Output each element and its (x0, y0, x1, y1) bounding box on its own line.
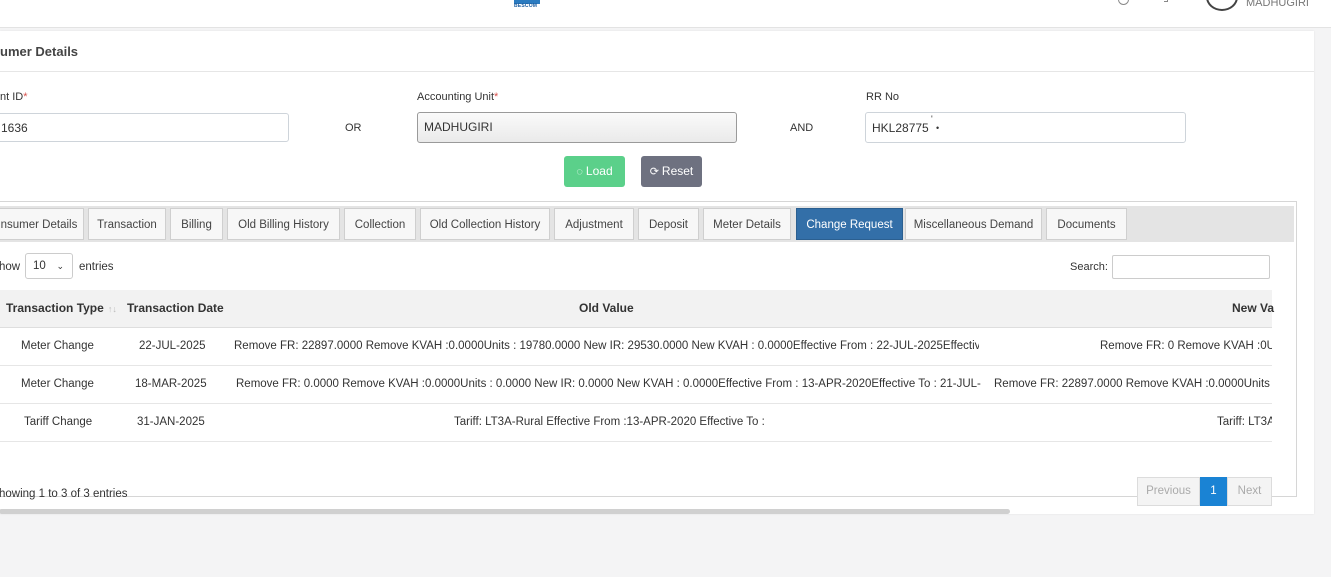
col-transaction-type[interactable]: Transaction Type ↑↓ (6, 290, 117, 327)
consumer-details-card: umer Details nt ID* 1636 OR Accounting U… (0, 31, 1314, 514)
spinner-icon: ◌ (576, 166, 583, 178)
refresh-icon: ⟳ (649, 166, 659, 178)
tab-old-billing-history[interactable]: Old Billing History (227, 208, 340, 240)
user-avatar-icon[interactable] (1206, 0, 1238, 11)
horizontal-scrollbar[interactable] (0, 509, 1010, 514)
accounting-unit-label: Accounting Unit* (417, 91, 499, 103)
divider (0, 71, 1314, 72)
cell-transaction-type: Meter Change (21, 378, 94, 390)
tab-consumer-details[interactable]: nsumer Details (0, 208, 84, 240)
show-label: how (0, 261, 21, 273)
cell-new-value: Remove FR: 0 Remove KVAH :0Uni (1100, 340, 1272, 352)
entries-label: entries (79, 261, 114, 273)
pagination-previous[interactable]: Previous (1137, 477, 1200, 506)
pagination-next[interactable]: Next (1227, 477, 1272, 506)
cell-transaction-date: 31-JAN-2025 (137, 416, 205, 428)
cell-old-value: Remove FR: 22897.0000 Remove KVAH :0.000… (234, 340, 979, 352)
search-input[interactable] (1112, 255, 1270, 279)
sort-icon: ↑↓ (107, 304, 117, 314)
table-row: Tariff Change 31-JAN-2025 Tariff: LT3A-R… (0, 404, 1272, 442)
table-row: Meter Change 22-JUL-2025 Remove FR: 2289… (0, 328, 1272, 366)
rr-no-input[interactable]: HKL28775 (865, 112, 1186, 143)
tab-transaction[interactable]: Transaction (88, 208, 166, 240)
tab-collection[interactable]: Collection (344, 208, 416, 240)
or-text: OR (345, 122, 362, 134)
load-button-label: Load (585, 164, 613, 178)
logo-text: BESCOM (514, 3, 538, 9)
tab-bar: nsumer Details Transaction Billing Old B… (0, 206, 1294, 242)
rr-no-label: RR No (866, 91, 900, 103)
col-new-value[interactable]: New Va (1232, 290, 1274, 327)
tab-deposit[interactable]: Deposit (638, 208, 699, 240)
reset-button[interactable]: ⟳ Reset (641, 156, 702, 187)
col-old-value[interactable]: Old Value (579, 290, 634, 327)
tab-meter-details[interactable]: Meter Details (703, 208, 791, 240)
table-info: howing 1 to 3 of 3 entries (0, 488, 128, 500)
cell-old-value: Remove FR: 0.0000 Remove KVAH :0.0000Uni… (236, 378, 981, 390)
cell-transaction-type: Tariff Change (24, 416, 93, 428)
cell-transaction-date: 18-MAR-2025 (135, 378, 207, 390)
tab-adjustment[interactable]: Adjustment (554, 208, 634, 240)
tab-documents[interactable]: Documents (1046, 208, 1127, 240)
notification-icon[interactable] (1164, 0, 1168, 2)
entries-length-value: 10 (33, 260, 46, 272)
reset-button-label: Reset (661, 164, 694, 178)
tab-old-collection-history[interactable]: Old Collection History (420, 208, 550, 240)
account-id-input[interactable]: 1636 (0, 113, 289, 142)
col-transaction-date[interactable]: Transaction Date (127, 290, 224, 327)
cell-old-value: Tariff: LT3A-Rural Effective From :13-AP… (454, 416, 764, 428)
details-tab-panel: nsumer Details Transaction Billing Old B… (0, 201, 1297, 514)
accounting-unit-select[interactable]: MADHUGIRI (417, 112, 737, 143)
chevron-down-icon: ⌄ (56, 261, 64, 271)
top-bar: BESCOM MADHUGIRI (0, 0, 1331, 28)
rr-no-value: HKL28775 (872, 121, 929, 135)
cell-transaction-type: Meter Change (21, 340, 94, 352)
stray-mark: ' (931, 114, 933, 124)
and-text: AND (790, 122, 814, 134)
table-header: Transaction Type ↑↓ Transaction Date Old … (0, 290, 1274, 328)
pagination-page-1[interactable]: 1 (1200, 477, 1227, 506)
cell-new-value: Tariff: LT3A (1217, 416, 1272, 428)
cell-new-value: Remove FR: 22897.0000 Remove KVAH :0.000… (994, 378, 1272, 390)
entries-length-select[interactable]: 10 ⌄ (25, 253, 73, 279)
tab-change-request[interactable]: Change Request (796, 208, 903, 240)
table-row: Meter Change 18-MAR-2025 Remove FR: 0.00… (0, 366, 1272, 404)
stray-dot: • (936, 123, 940, 133)
card-title: umer Details (0, 44, 79, 59)
bescom-logo: BESCOM (512, 0, 544, 9)
tab-billing[interactable]: Billing (170, 208, 223, 240)
search-icon[interactable] (1118, 0, 1129, 5)
tab-miscellaneous-demand[interactable]: Miscellaneous Demand (905, 208, 1042, 240)
username: MADHUGIRI (1246, 0, 1309, 9)
load-button[interactable]: ◌ Load (564, 156, 625, 187)
account-id-label: nt ID* (0, 91, 28, 103)
search-label: Search: (1070, 261, 1108, 273)
cell-transaction-date: 22-JUL-2025 (139, 340, 206, 352)
